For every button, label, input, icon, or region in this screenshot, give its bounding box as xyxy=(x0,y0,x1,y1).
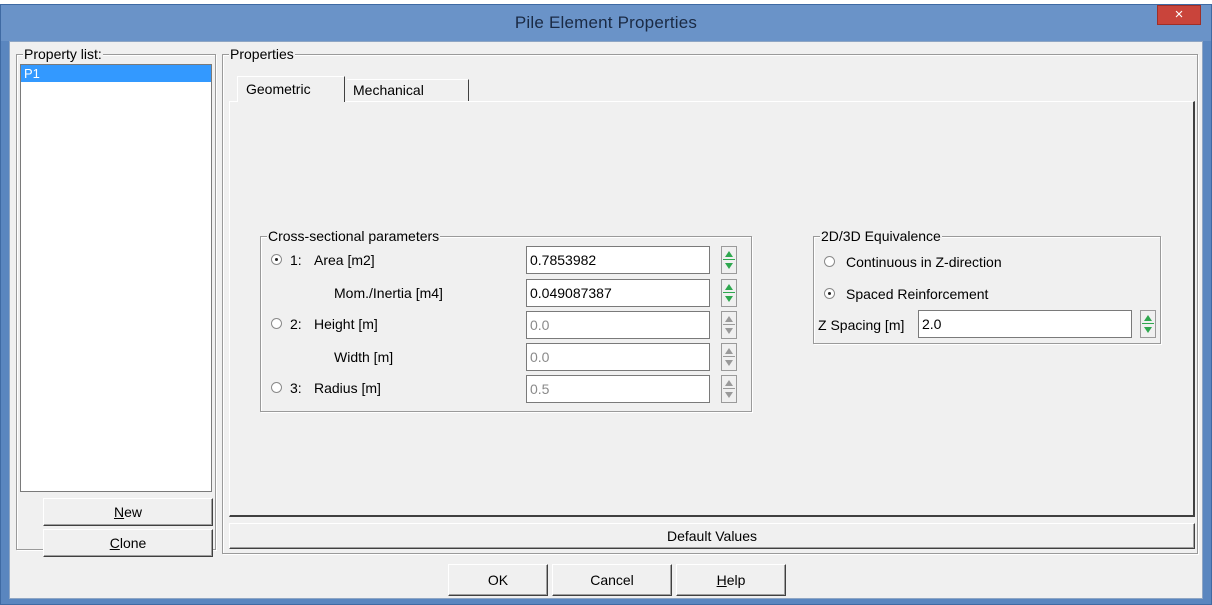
title-bar[interactable]: Pile Element Properties × xyxy=(1,5,1211,41)
spin-up-icon xyxy=(725,348,733,354)
cross-sectional-parameters-group: Cross-sectional parameters 1: Area [m2] … xyxy=(260,228,752,412)
area-radio[interactable] xyxy=(271,254,282,265)
area-field[interactable]: 0.7853982 xyxy=(526,246,710,274)
spin-down-icon[interactable] xyxy=(725,263,733,269)
equivalence-label: 2D/3D Equivalence xyxy=(820,228,942,244)
height-width-radio[interactable] xyxy=(271,318,282,329)
radius-field: 0.5 xyxy=(526,375,710,403)
continuous-radio[interactable] xyxy=(824,256,835,267)
area-label: Area [m2] xyxy=(314,252,375,268)
help-button-label: elp xyxy=(726,572,746,588)
inertia-label: Mom./Inertia [m4] xyxy=(334,285,443,301)
spaced-radio[interactable] xyxy=(824,288,835,299)
spaced-label: Spaced Reinforcement xyxy=(846,286,989,302)
dialog-client-area: Property list: P1 New Clone Properties G… xyxy=(9,41,1203,599)
inertia-field[interactable]: 0.049087387 xyxy=(526,279,710,307)
height-option-number: 2: xyxy=(290,316,302,332)
properties-label: Properties xyxy=(229,46,295,62)
width-field: 0.0 xyxy=(526,343,710,371)
z-spacing-spinner[interactable] xyxy=(1140,310,1156,338)
new-button[interactable]: New xyxy=(43,498,213,526)
property-list-label: Property list: xyxy=(23,46,103,62)
spin-up-icon[interactable] xyxy=(725,251,733,257)
area-spinner[interactable] xyxy=(721,246,737,274)
geometric-tab-page: Cross-sectional parameters 1: Area [m2] … xyxy=(229,101,1195,517)
spin-down-icon xyxy=(725,360,733,366)
continuous-label: Continuous in Z-direction xyxy=(846,254,1002,270)
spin-up-icon xyxy=(725,380,733,386)
radius-option-number: 3: xyxy=(290,380,302,396)
spin-down-icon xyxy=(725,392,733,398)
height-spinner xyxy=(721,311,737,339)
tab-geometric[interactable]: Geometric xyxy=(237,76,345,102)
property-list-group: Property list: P1 New Clone xyxy=(16,46,216,557)
radius-label: Radius [m] xyxy=(314,380,381,396)
tab-mechanical[interactable]: Mechanical xyxy=(347,79,469,102)
radius-radio[interactable] xyxy=(271,382,282,393)
spin-up-icon[interactable] xyxy=(1144,315,1152,321)
spin-down-icon xyxy=(725,328,733,334)
cancel-button[interactable]: Cancel xyxy=(552,564,672,596)
area-option-number: 1: xyxy=(290,252,302,268)
clone-button[interactable]: Clone xyxy=(43,529,213,557)
cross-sectional-parameters-label: Cross-sectional parameters xyxy=(267,228,441,244)
dialog-window: Pile Element Properties × Property list:… xyxy=(0,4,1212,605)
close-button[interactable]: × xyxy=(1157,5,1201,25)
property-list-item-p1[interactable]: P1 xyxy=(21,65,211,82)
z-spacing-field[interactable]: 2.0 xyxy=(918,310,1132,338)
default-values-button[interactable]: Default Values xyxy=(229,523,1195,549)
spin-down-icon[interactable] xyxy=(1144,327,1152,333)
window-title: Pile Element Properties xyxy=(514,13,698,32)
height-field: 0.0 xyxy=(526,311,710,339)
radius-spinner xyxy=(721,375,737,403)
spin-up-icon[interactable] xyxy=(725,284,733,290)
inertia-spinner[interactable] xyxy=(721,279,737,307)
z-spacing-label: Z Spacing [m] xyxy=(818,317,905,333)
clone-button-mnemonic: C xyxy=(109,535,120,551)
new-button-label: ew xyxy=(124,504,143,520)
properties-group: Properties Geometric Mechanical Cross-se… xyxy=(222,46,1198,554)
width-spinner xyxy=(721,343,737,371)
help-button-mnemonic: H xyxy=(716,572,727,588)
property-listbox[interactable]: P1 xyxy=(20,64,212,492)
spin-up-icon xyxy=(725,316,733,322)
spin-down-icon[interactable] xyxy=(725,296,733,302)
clone-button-label: lone xyxy=(119,535,147,551)
ok-button[interactable]: OK xyxy=(448,564,548,596)
height-label: Height [m] xyxy=(314,316,378,332)
new-button-mnemonic: N xyxy=(113,504,125,520)
help-button[interactable]: Help xyxy=(676,564,786,596)
width-label: Width [m] xyxy=(334,349,394,365)
equivalence-group: 2D/3D Equivalence Continuous in Z-direct… xyxy=(813,228,1161,344)
